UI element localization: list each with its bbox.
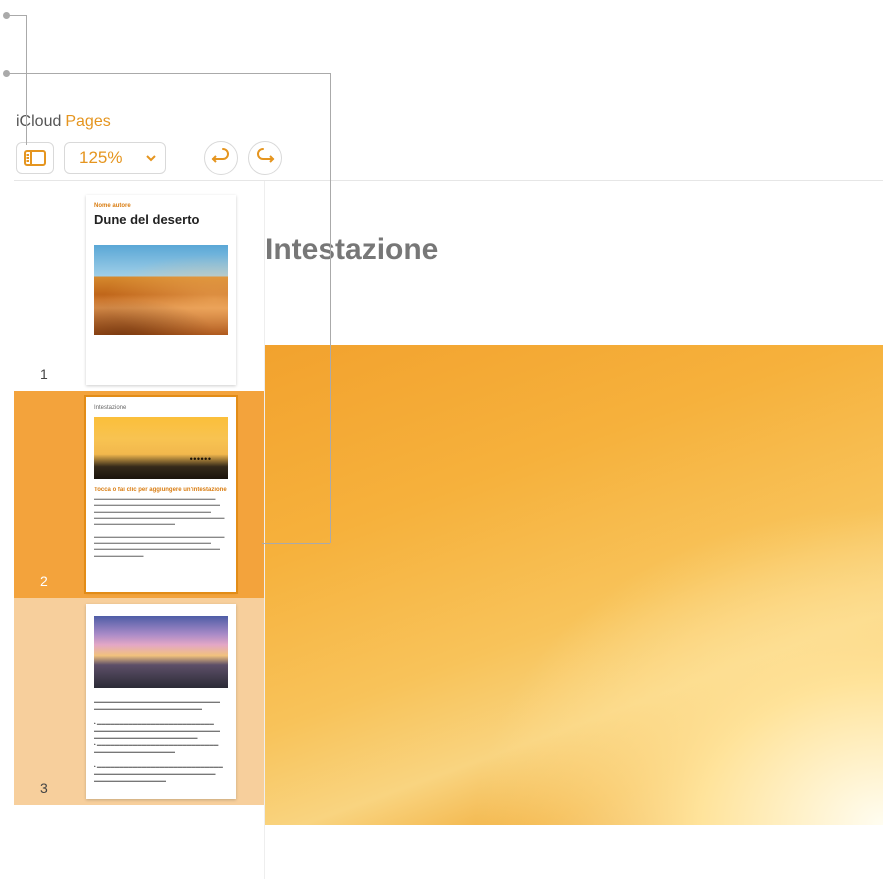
zoom-value: 125% — [79, 148, 122, 168]
callout-dot — [3, 70, 10, 77]
document-heading[interactable]: Intestazione — [265, 233, 883, 267]
thumb-subheading: Tocca o fai clic per aggiungere un'intes… — [94, 487, 228, 493]
page-number: 1 — [40, 366, 48, 382]
document-canvas[interactable]: Intestazione — [265, 181, 883, 879]
brand-header: iCloud Pages — [14, 107, 883, 135]
app-window: iCloud Pages 125% — [14, 107, 883, 879]
view-options-button[interactable] — [16, 142, 54, 174]
thumbnail-preview: Nome autore Dune del deserto — [86, 195, 236, 385]
undo-icon — [211, 148, 231, 168]
thumb-author-line: Nome autore — [94, 203, 228, 209]
redo-button[interactable] — [248, 141, 282, 175]
thumb-image-sunset — [94, 417, 228, 479]
callout-line — [26, 15, 27, 145]
redo-icon — [255, 148, 275, 168]
document-hero-image[interactable] — [265, 345, 883, 825]
thumbnail-preview: Intestazione Tocca o fai clic per aggiun… — [86, 397, 236, 592]
thumb-image-sky — [94, 616, 228, 688]
toolbar: 125% — [14, 135, 883, 181]
thumb-body-text: ▬▬▬▬▬▬▬▬▬▬▬▬▬▬▬▬▬▬▬▬▬▬▬▬▬▬▬▬ ▬▬▬▬▬▬▬▬▬▬▬… — [94, 698, 228, 784]
chevron-down-icon — [145, 152, 157, 164]
callout-line — [330, 74, 331, 543]
undo-button[interactable] — [204, 141, 238, 175]
thumbnail-page-1[interactable]: 1 Nome autore Dune del deserto — [14, 189, 264, 391]
thumbnail-page-3[interactable]: 3 ▬▬▬▬▬▬▬▬▬▬▬▬▬▬▬▬▬▬▬▬▬▬▬▬▬▬▬▬ ▬▬▬▬▬▬▬▬▬… — [14, 598, 264, 805]
callout-line — [262, 543, 330, 544]
panel-icon — [24, 150, 46, 166]
thumb-image-dunes — [94, 245, 228, 335]
callout-dot — [3, 12, 10, 19]
zoom-select[interactable]: 125% — [64, 142, 166, 174]
thumbnail-preview: ▬▬▬▬▬▬▬▬▬▬▬▬▬▬▬▬▬▬▬▬▬▬▬▬▬▬▬▬ ▬▬▬▬▬▬▬▬▬▬▬… — [86, 604, 236, 799]
thumbnail-page-2[interactable]: 2 Intestazione Tocca o fai clic per aggi… — [14, 391, 264, 598]
page-thumbnails-sidebar[interactable]: 1 Nome autore Dune del deserto 2 Intesta… — [14, 181, 265, 879]
brand-icloud: iCloud — [16, 113, 61, 131]
brand-app-name: Pages — [65, 113, 110, 131]
page-number: 3 — [40, 780, 48, 796]
callout-line — [6, 73, 331, 74]
thumb-title: Dune del deserto — [94, 212, 228, 227]
page-number: 2 — [40, 573, 48, 589]
thumb-heading: Intestazione — [94, 405, 228, 411]
thumb-body-text: ▬▬▬▬▬▬▬▬▬▬▬▬▬▬▬▬▬▬▬▬▬▬▬▬▬▬▬ ▬▬▬▬▬▬▬▬▬▬▬▬… — [94, 496, 228, 559]
work-area: 1 Nome autore Dune del deserto 2 Intesta… — [14, 181, 883, 879]
